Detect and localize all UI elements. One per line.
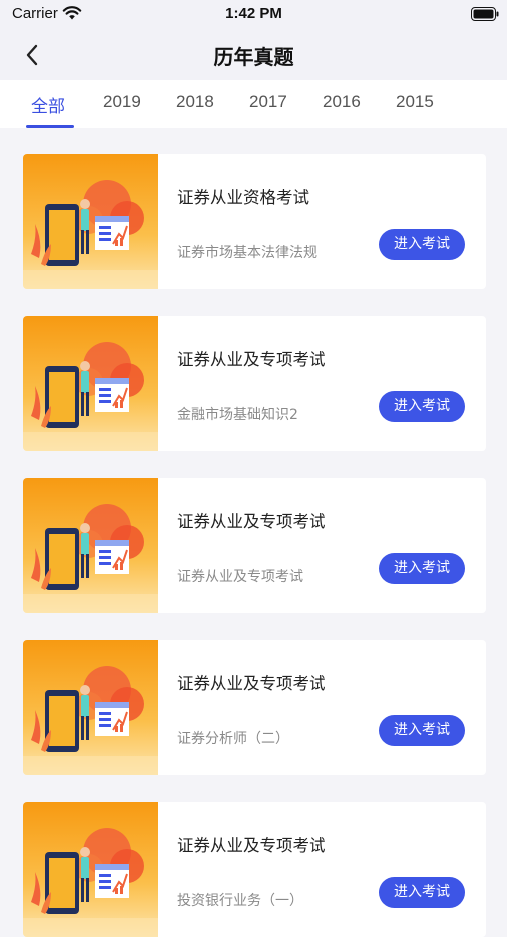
exam-title: 证券从业及专项考试 (177, 350, 326, 369)
year-tabs: 全部 2019 2018 2017 2016 2015 (0, 80, 507, 128)
enter-exam-button[interactable]: 进入考试 (379, 877, 465, 908)
tab-2018[interactable]: 2018 (176, 92, 214, 112)
enter-exam-button[interactable]: 进入考试 (379, 391, 465, 422)
exam-title: 证券从业及专项考试 (177, 512, 326, 531)
exam-subtitle: 金融市场基础知识2 (177, 407, 298, 423)
tab-2015[interactable]: 2015 (396, 92, 434, 112)
tab-2019[interactable]: 2019 (103, 92, 141, 112)
exam-illustration-icon (23, 640, 158, 775)
exam-subtitle: 投资银行业务（一） (177, 893, 303, 909)
exam-illustration-icon (23, 316, 158, 451)
exam-card[interactable]: 证券从业及专项考试 证券从业及专项考试 进入考试 (23, 478, 486, 613)
exam-card[interactable]: 证券从业及专项考试 金融市场基础知识2 进入考试 (23, 316, 486, 451)
exam-card[interactable]: 证券从业及专项考试 证券分析师（二） 进入考试 (23, 640, 486, 775)
enter-exam-button[interactable]: 进入考试 (379, 715, 465, 746)
enter-exam-button[interactable]: 进入考试 (379, 229, 465, 260)
exam-illustration-icon (23, 478, 158, 613)
status-bar: Carrier 1:42 PM (0, 0, 507, 30)
tab-2017[interactable]: 2017 (249, 92, 287, 112)
exam-title: 证券从业及专项考试 (177, 836, 326, 855)
enter-exam-button[interactable]: 进入考试 (379, 553, 465, 584)
exam-title: 证券从业及专项考试 (177, 674, 326, 693)
page-title: 历年真题 (213, 45, 294, 69)
navigation-bar: 历年真题 (0, 30, 507, 80)
exam-subtitle: 证券市场基本法律法规 (177, 245, 317, 261)
active-tab-indicator (26, 125, 74, 128)
tab-all[interactable]: 全部 (31, 92, 65, 117)
status-time: 1:42 PM (225, 5, 282, 22)
exam-card[interactable]: 证券从业资格考试 证券市场基本法律法规 进入考试 (23, 154, 486, 289)
exam-title: 证券从业资格考试 (177, 188, 309, 207)
exam-subtitle: 证券分析师（二） (177, 731, 289, 747)
battery-icon (471, 7, 499, 21)
tab-2016[interactable]: 2016 (323, 92, 361, 112)
exam-card[interactable]: 证券从业及专项考试 投资银行业务（一） 进入考试 (23, 802, 486, 937)
exam-illustration-icon (23, 154, 158, 289)
exam-subtitle: 证券从业及专项考试 (177, 569, 303, 585)
exam-illustration-icon (23, 802, 158, 937)
